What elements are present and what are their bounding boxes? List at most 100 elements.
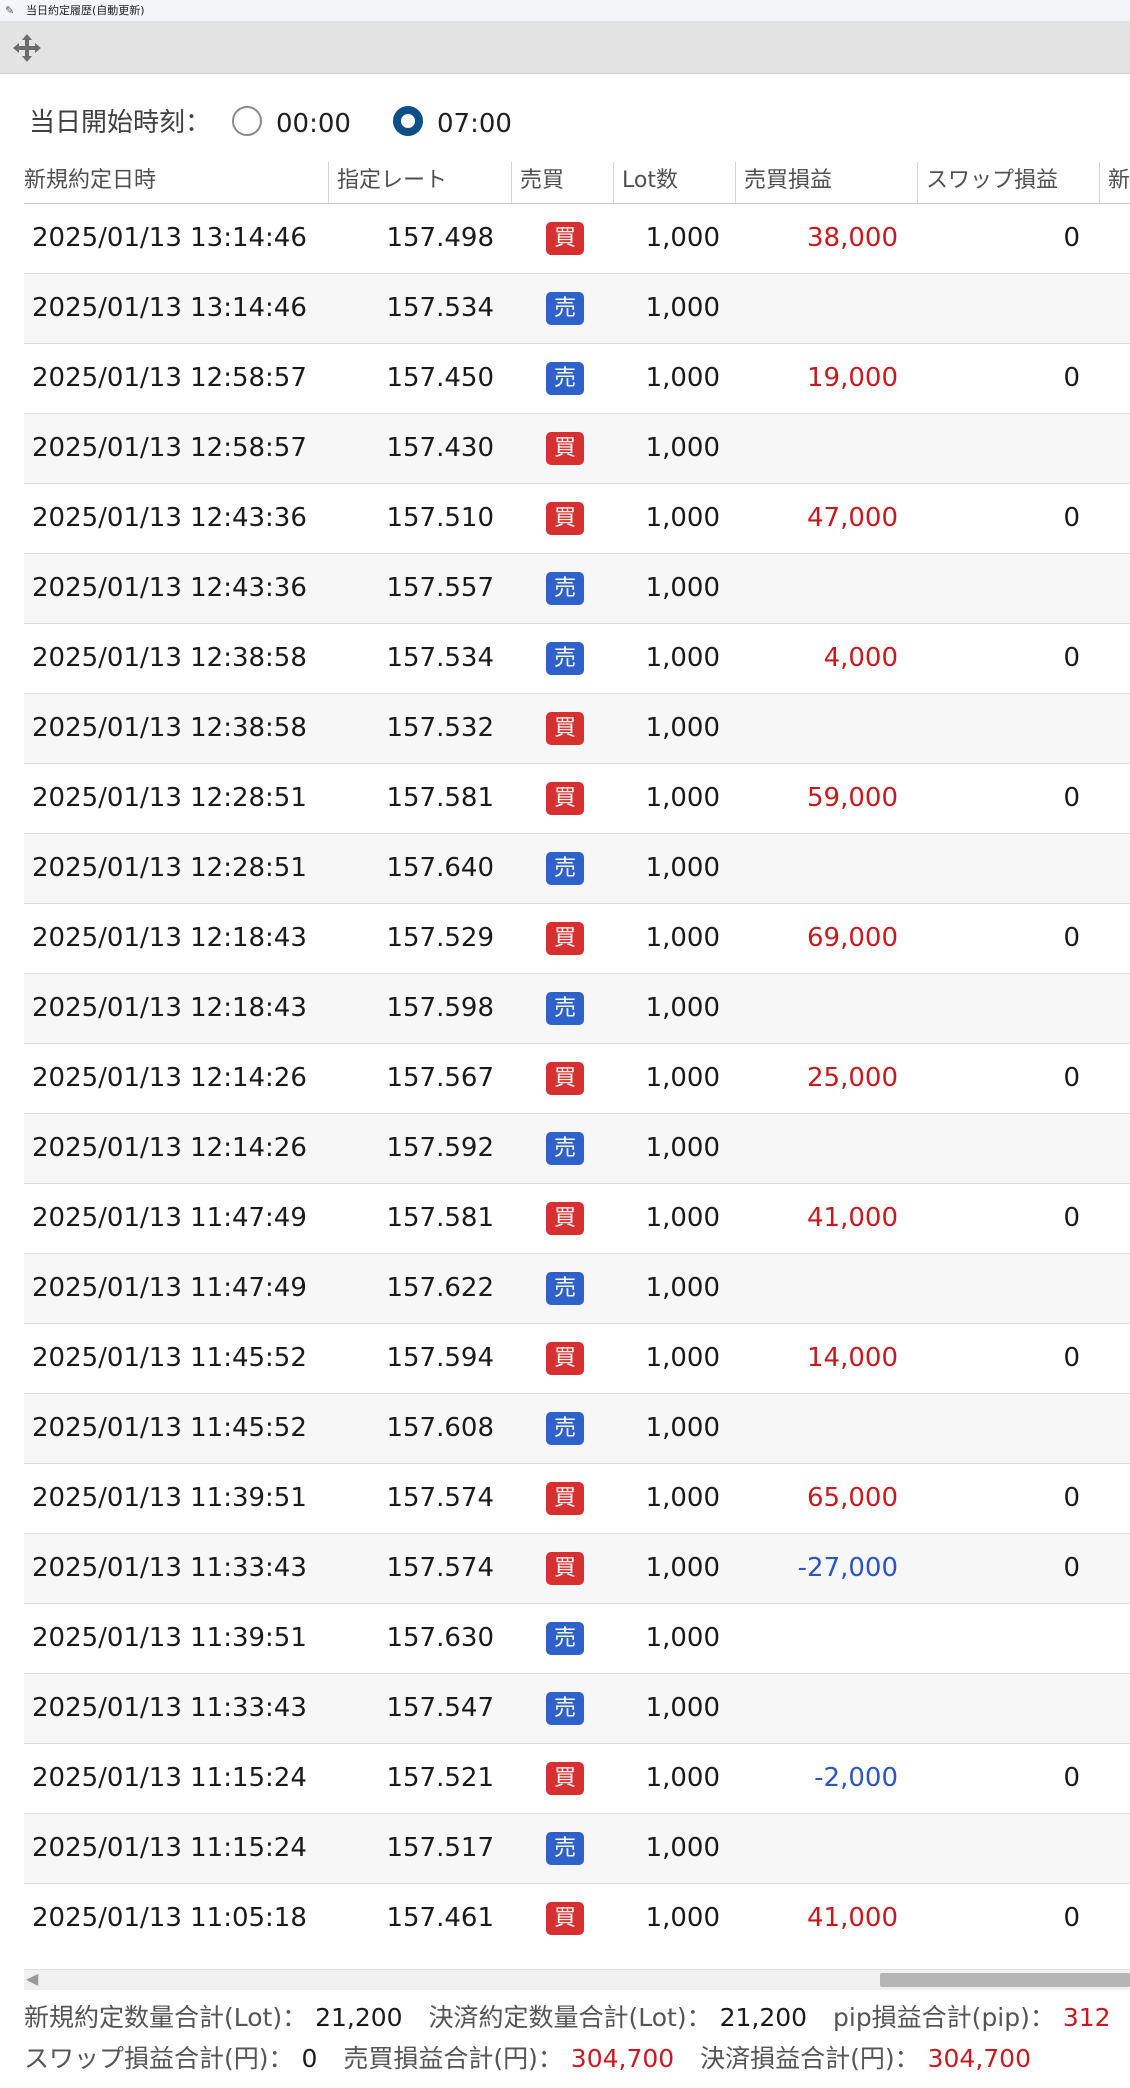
start-time-row: 当日開始時刻： 00:00 07:00 bbox=[0, 100, 1130, 144]
sell-badge: 売 bbox=[546, 572, 584, 605]
cell-datetime: 2025/01/13 11:39:51 bbox=[32, 1483, 307, 1513]
column-header-rate[interactable]: 指定レート bbox=[329, 162, 512, 203]
cell-lot: 1,000 bbox=[645, 503, 720, 533]
column-header-next[interactable]: 新 bbox=[1100, 162, 1130, 203]
radio-circle[interactable] bbox=[232, 106, 262, 136]
table-row[interactable]: 2025/01/13 12:43:36 157.557 売 1,000 bbox=[24, 554, 1130, 624]
grid-body: 2025/01/13 13:14:46 157.498 買 1,000 38,000 0 2… bbox=[24, 204, 1130, 1950]
cell-lot: 1,000 bbox=[645, 1413, 720, 1443]
cell-rate: 157.534 bbox=[386, 293, 494, 323]
cell-datetime: 2025/01/13 11:45:52 bbox=[32, 1413, 307, 1443]
start-time-label: 当日開始時刻： bbox=[29, 108, 212, 138]
table-row[interactable]: 2025/01/13 11:05:18 157.461 買 1,000 41,000 0 bbox=[24, 1884, 1130, 1950]
table-row[interactable]: 2025/01/13 12:58:57 157.450 売 1,000 19,000 0 bbox=[24, 344, 1130, 414]
buy-badge: 買 bbox=[546, 222, 584, 255]
table-row[interactable]: 2025/01/13 12:43:36 157.510 買 1,000 47,000 0 bbox=[24, 484, 1130, 554]
buy-badge: 買 bbox=[546, 1062, 584, 1095]
scrollbar-thumb[interactable] bbox=[880, 1973, 1130, 1987]
column-header-swap[interactable]: スワップ損益 bbox=[918, 162, 1100, 203]
app-icon: ✎ bbox=[5, 4, 15, 17]
table-row[interactable]: 2025/01/13 12:58:57 157.430 買 1,000 bbox=[24, 414, 1130, 484]
cell-rate: 157.510 bbox=[386, 503, 494, 533]
cell-swap: 0 bbox=[1063, 1763, 1080, 1793]
table-row[interactable]: 2025/01/13 11:33:43 157.547 売 1,000 bbox=[24, 1674, 1130, 1744]
cell-rate: 157.640 bbox=[386, 853, 494, 883]
window-title: 当日約定履歴(自動更新) bbox=[26, 4, 145, 17]
cell-rate: 157.608 bbox=[386, 1413, 494, 1443]
table-row[interactable]: 2025/01/13 11:15:24 157.521 買 1,000 -2,000 0 bbox=[24, 1744, 1130, 1814]
cell-pnl: 41,000 bbox=[807, 1903, 898, 1933]
move-icon[interactable] bbox=[12, 33, 42, 63]
cell-lot: 1,000 bbox=[645, 1203, 720, 1233]
table-row[interactable]: 2025/01/13 12:14:26 157.592 売 1,000 bbox=[24, 1114, 1130, 1184]
table-row[interactable]: 2025/01/13 11:47:49 157.622 売 1,000 bbox=[24, 1254, 1130, 1324]
table-row[interactable]: 2025/01/13 11:45:52 157.608 売 1,000 bbox=[24, 1394, 1130, 1464]
cell-pnl: 14,000 bbox=[807, 1343, 898, 1373]
pip-total-value: 312 bbox=[1062, 2003, 1111, 2032]
cell-lot: 1,000 bbox=[645, 853, 720, 883]
table-row[interactable]: 2025/01/13 11:45:52 157.594 買 1,000 14,000 0 bbox=[24, 1324, 1130, 1394]
cell-rate: 157.450 bbox=[386, 363, 494, 393]
cell-lot: 1,000 bbox=[645, 1343, 720, 1373]
table-row[interactable]: 2025/01/13 12:28:51 157.640 売 1,000 bbox=[24, 834, 1130, 904]
settle-pnl-total-label: 決済損益合計(円)： bbox=[700, 2044, 920, 2073]
cell-datetime: 2025/01/13 12:58:57 bbox=[32, 433, 307, 463]
cell-rate: 157.622 bbox=[386, 1273, 494, 1303]
table-row[interactable]: 2025/01/13 12:18:43 157.598 売 1,000 bbox=[24, 974, 1130, 1044]
cell-datetime: 2025/01/13 12:28:51 bbox=[32, 783, 307, 813]
cell-datetime: 2025/01/13 11:15:24 bbox=[32, 1763, 307, 1793]
cell-rate: 157.574 bbox=[386, 1483, 494, 1513]
radio-circle-selected[interactable] bbox=[393, 106, 423, 136]
cell-lot: 1,000 bbox=[645, 1903, 720, 1933]
column-header-pnl[interactable]: 売買損益 bbox=[736, 162, 918, 203]
table-row[interactable]: 2025/01/13 11:15:24 157.517 売 1,000 bbox=[24, 1814, 1130, 1884]
table-row[interactable]: 2025/01/13 13:14:46 157.534 売 1,000 bbox=[24, 274, 1130, 344]
table-row[interactable]: 2025/01/13 12:18:43 157.529 買 1,000 69,000 0 bbox=[24, 904, 1130, 974]
buy-badge: 買 bbox=[546, 432, 584, 465]
cell-datetime: 2025/01/13 11:33:43 bbox=[32, 1553, 307, 1583]
cell-datetime: 2025/01/13 12:28:51 bbox=[32, 853, 307, 883]
scroll-left-icon[interactable]: ◀ bbox=[26, 1969, 38, 1988]
cell-rate: 157.598 bbox=[386, 993, 494, 1023]
cell-lot: 1,000 bbox=[645, 783, 720, 813]
cell-datetime: 2025/01/13 12:43:36 bbox=[32, 503, 307, 533]
cell-datetime: 2025/01/13 11:47:49 bbox=[32, 1203, 307, 1233]
cell-lot: 1,000 bbox=[645, 643, 720, 673]
cell-lot: 1,000 bbox=[645, 223, 720, 253]
buy-badge: 買 bbox=[546, 1762, 584, 1795]
cell-swap: 0 bbox=[1063, 1553, 1080, 1583]
table-row[interactable]: 2025/01/13 11:39:51 157.574 買 1,000 65,000 0 bbox=[24, 1464, 1130, 1534]
column-header-datetime[interactable]: 新規約定日時 bbox=[24, 162, 329, 203]
horizontal-scrollbar[interactable]: ◀ bbox=[24, 1969, 1130, 1990]
cell-pnl: -27,000 bbox=[797, 1553, 898, 1583]
table-row[interactable]: 2025/01/13 12:28:51 157.581 買 1,000 59,000 0 bbox=[24, 764, 1130, 834]
table-row[interactable]: 2025/01/13 12:38:58 157.532 買 1,000 bbox=[24, 694, 1130, 764]
cell-rate: 157.594 bbox=[386, 1343, 494, 1373]
cell-datetime: 2025/01/13 12:14:26 bbox=[32, 1133, 307, 1163]
cell-datetime: 2025/01/13 11:45:52 bbox=[32, 1343, 307, 1373]
cell-lot: 1,000 bbox=[645, 713, 720, 743]
cell-rate: 157.529 bbox=[386, 923, 494, 953]
cell-rate: 157.430 bbox=[386, 433, 494, 463]
radio-label: 00:00 bbox=[276, 109, 351, 139]
pip-total-label: pip損益合計(pip)： bbox=[833, 2003, 1055, 2032]
table-row[interactable]: 2025/01/13 11:47:49 157.581 買 1,000 41,000 0 bbox=[24, 1184, 1130, 1254]
sell-badge: 売 bbox=[546, 852, 584, 885]
cell-swap: 0 bbox=[1063, 363, 1080, 393]
cell-swap: 0 bbox=[1063, 503, 1080, 533]
column-header-lot[interactable]: Lot数 bbox=[614, 162, 736, 203]
table-row[interactable]: 2025/01/13 11:39:51 157.630 売 1,000 bbox=[24, 1604, 1130, 1674]
column-header-side[interactable]: 売買 bbox=[512, 162, 614, 203]
swap-total-label: スワップ損益合計(円)： bbox=[24, 2044, 294, 2073]
cell-swap: 0 bbox=[1063, 1203, 1080, 1233]
cell-lot: 1,000 bbox=[645, 993, 720, 1023]
table-row[interactable]: 2025/01/13 12:38:58 157.534 売 1,000 4,000 0 bbox=[24, 624, 1130, 694]
cell-lot: 1,000 bbox=[645, 1483, 720, 1513]
cell-datetime: 2025/01/13 11:47:49 bbox=[32, 1273, 307, 1303]
summary-line-2: スワップ損益合計(円)： 0 売買損益合計(円)： 304,700 決済損益合計… bbox=[24, 2039, 1130, 2075]
table-row[interactable]: 2025/01/13 12:14:26 157.567 買 1,000 25,000 0 bbox=[24, 1044, 1130, 1114]
table-row[interactable]: 2025/01/13 13:14:46 157.498 買 1,000 38,000 0 bbox=[24, 204, 1130, 274]
table-row[interactable]: 2025/01/13 11:33:43 157.574 買 1,000 -27,000 0 bbox=[24, 1534, 1130, 1604]
cell-rate: 157.574 bbox=[386, 1553, 494, 1583]
grid-header: 新規約定日時 指定レート 売買 Lot数 売買損益 スワップ損益 新 bbox=[24, 162, 1130, 204]
